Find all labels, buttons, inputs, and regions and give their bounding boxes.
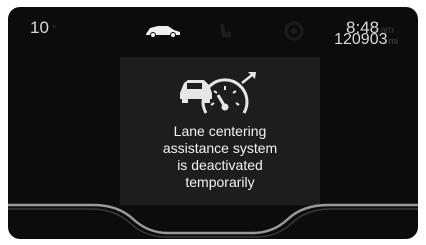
temperature-value: 10: [30, 18, 49, 37]
odometer-value: 120903: [334, 31, 388, 48]
car-icon: [146, 26, 180, 38]
odometer-unit: mi: [388, 36, 399, 46]
lane-centering-icon: [180, 72, 256, 114]
temperature-unit: °: [51, 24, 57, 36]
alert-message: Lane centering assistance system is deac…: [162, 123, 278, 190]
alert-panel: Lane centering assistance system is deac…: [120, 57, 320, 205]
odometer: 120903mi: [334, 31, 398, 49]
bottom-bezel: [8, 203, 418, 238]
temperature-readout: 10 °: [30, 18, 56, 38]
seat-icon: [220, 24, 231, 37]
settings-icon: [284, 21, 304, 41]
status-icons: [120, 13, 320, 45]
instrument-display: 10 ° 8:48am Lane centering assistance sy…: [8, 7, 418, 239]
